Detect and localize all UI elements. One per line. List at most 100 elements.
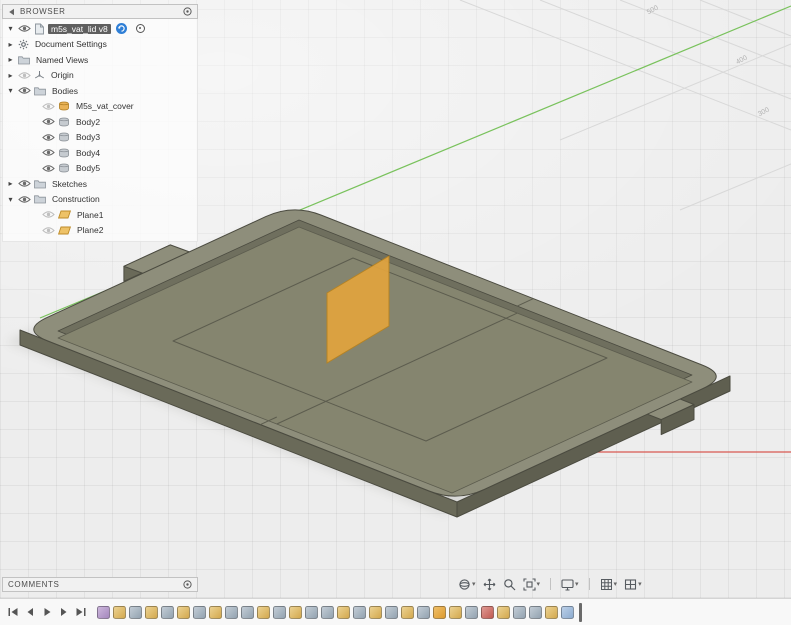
timeline-feature-extrude[interactable]	[241, 605, 254, 619]
collapse-icon[interactable]: ▾	[6, 24, 15, 33]
timeline-feature-extrude[interactable]	[353, 605, 366, 619]
visibility-eye-icon[interactable]	[18, 71, 31, 80]
browser-item-body3[interactable]: Body3	[3, 130, 197, 146]
browser-item-origin[interactable]: ▸ Origin	[3, 68, 197, 84]
dropdown-caret-icon: ▾	[613, 580, 618, 588]
browser-item-body2[interactable]: Body2	[3, 114, 197, 130]
browser-item-body5[interactable]: Body5	[3, 161, 197, 177]
comments-header: COMMENTS	[2, 577, 198, 592]
browser-item-sketches[interactable]: ▸ Sketches	[3, 176, 197, 192]
timeline-feature-extrude[interactable]	[529, 605, 542, 619]
browser-item-label: Bodies	[52, 85, 78, 96]
browser-item-construction[interactable]: ▾ Construction	[3, 192, 197, 208]
visibility-eye-icon[interactable]	[42, 164, 55, 173]
timeline-feature-sketch[interactable]	[145, 605, 158, 619]
visibility-eye-icon[interactable]	[42, 148, 55, 157]
timeline-feature-extrude[interactable]	[225, 605, 238, 619]
comments-panel: COMMENTS	[2, 577, 198, 592]
timeline-feature-sketch[interactable]	[177, 605, 190, 619]
timeline-feature-extrude[interactable]	[305, 605, 318, 619]
timeline-feature-extrude[interactable]	[513, 605, 526, 619]
step-forward-button[interactable]	[56, 605, 71, 620]
timeline-feature-combine[interactable]	[481, 605, 494, 619]
browser-item-m5s-vat-cover[interactable]: M5s_vat_cover	[3, 99, 197, 115]
dropdown-caret-icon: ▾	[472, 580, 476, 588]
viewports-button[interactable]: ▾	[624, 578, 642, 591]
timeline-feature-sketch[interactable]	[497, 605, 510, 619]
zoom-icon	[503, 578, 516, 591]
navbar-separator	[588, 578, 590, 590]
browser-item-plane1[interactable]: Plane1	[3, 207, 197, 223]
expand-icon[interactable]: ▸	[6, 71, 15, 80]
origin-icon	[34, 70, 45, 81]
browser-item-bodies[interactable]: ▾ Bodies	[3, 83, 197, 99]
viewport-canvas[interactable]: 500 400 300 BROWSER ▾ m5s_vat_lid v8 ▸ Docume…	[0, 0, 791, 598]
comments-options-icon[interactable]	[183, 580, 192, 589]
timeline-position-marker[interactable]	[579, 602, 582, 622]
visibility-eye-icon[interactable]	[18, 24, 31, 33]
pan-button[interactable]	[483, 578, 496, 591]
browser-title: BROWSER	[20, 7, 66, 16]
expand-icon[interactable]: ▸	[6, 179, 15, 188]
perspective-grid-lines	[459, 0, 791, 211]
visibility-eye-icon[interactable]	[42, 133, 55, 142]
grid-snaps-icon	[600, 578, 613, 591]
timeline-feature-sketch[interactable]	[449, 605, 462, 619]
model-vat-lid[interactable]	[6, 209, 731, 518]
timeline-feature-extrude[interactable]	[385, 605, 398, 619]
visibility-eye-icon[interactable]	[18, 195, 31, 204]
browser-item-label: Body3	[76, 132, 101, 143]
browser-item-named-views[interactable]: ▸ Named Views	[3, 52, 197, 68]
browser-item-body4[interactable]: Body4	[3, 145, 197, 161]
timeline-feature-mirror[interactable]	[561, 605, 574, 619]
timeline-feature-extrude[interactable]	[273, 605, 286, 619]
body-orange-icon	[58, 101, 70, 111]
timeline-feature-extrude[interactable]	[465, 605, 478, 619]
timeline-feature-sketch[interactable]	[289, 605, 302, 619]
step-back-button[interactable]	[22, 605, 37, 620]
timeline-feature-sketch[interactable]	[337, 605, 350, 619]
browser-item-m5s-vat-lid-v8[interactable]: ▾ m5s_vat_lid v8	[3, 21, 197, 37]
orbit-button[interactable]: ▾	[458, 578, 476, 591]
visibility-eye-icon[interactable]	[42, 226, 55, 235]
collapse-icon[interactable]: ▾	[6, 195, 15, 204]
browser-item-document-settings[interactable]: ▸ Document Settings	[3, 37, 197, 53]
timeline-feature-sketch[interactable]	[257, 605, 270, 619]
browser-item-plane2[interactable]: Plane2	[3, 223, 197, 239]
panel-options-icon[interactable]	[183, 7, 192, 16]
go-to-start-button[interactable]	[5, 605, 20, 620]
timeline-feature-form[interactable]	[97, 605, 110, 619]
document-icon	[34, 23, 45, 35]
timeline-feature-extrude[interactable]	[129, 605, 142, 619]
timeline-feature-extrude[interactable]	[417, 605, 430, 619]
collapse-icon[interactable]: ▾	[6, 86, 15, 95]
timeline-feature-plane[interactable]	[433, 605, 446, 619]
expand-icon[interactable]: ▸	[6, 40, 15, 49]
visibility-eye-icon[interactable]	[42, 210, 55, 219]
browser-header: BROWSER	[2, 4, 198, 19]
timeline-feature-extrude[interactable]	[161, 605, 174, 619]
visibility-eye-icon[interactable]	[42, 117, 55, 126]
timeline-feature-sketch[interactable]	[209, 605, 222, 619]
expand-icon[interactable]: ▸	[6, 55, 15, 64]
fit-button[interactable]: ▾	[522, 577, 540, 591]
timeline-feature-extrude[interactable]	[193, 605, 206, 619]
grid-snaps-button[interactable]: ▾	[600, 578, 618, 591]
visibility-eye-icon[interactable]	[18, 86, 31, 95]
fit-icon	[522, 577, 536, 591]
collapse-panel-icon[interactable]	[8, 8, 15, 16]
timeline-feature-sketch[interactable]	[545, 605, 558, 619]
browser-item-label: Named Views	[36, 54, 89, 65]
comments-title: COMMENTS	[8, 580, 60, 589]
fusion-window: 500 400 300 BROWSER ▾ m5s_vat_lid v8 ▸ Docume…	[0, 0, 791, 625]
go-to-end-button[interactable]	[73, 605, 88, 620]
zoom-button[interactable]	[503, 578, 516, 591]
timeline-feature-sketch[interactable]	[369, 605, 382, 619]
timeline-feature-sketch[interactable]	[401, 605, 414, 619]
display-settings-button[interactable]: ▾	[561, 578, 579, 591]
play-button[interactable]	[39, 605, 54, 620]
visibility-eye-icon[interactable]	[18, 179, 31, 188]
timeline-feature-extrude[interactable]	[321, 605, 334, 619]
visibility-eye-icon[interactable]	[42, 102, 55, 111]
timeline-feature-sketch[interactable]	[113, 605, 126, 619]
